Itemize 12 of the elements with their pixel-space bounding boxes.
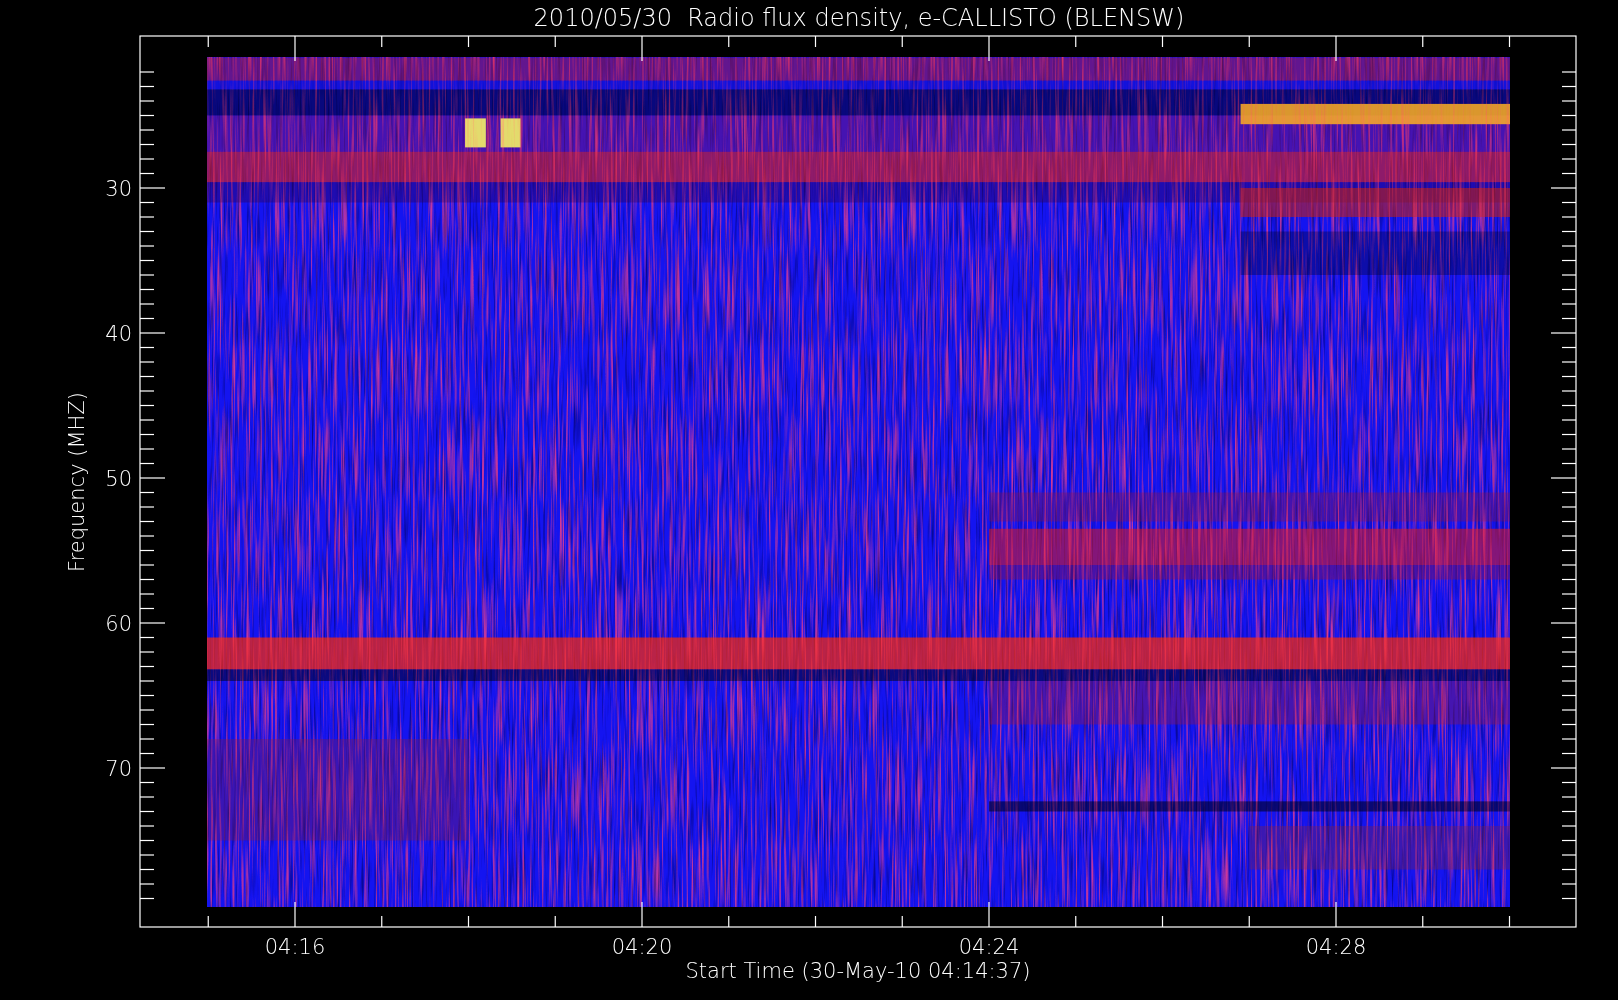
y-tick-label: 70	[105, 757, 132, 781]
x-tick-label: 04:16	[264, 935, 326, 959]
y-axis-label: Frequency (MHZ)	[65, 392, 89, 572]
chart-title: 2010/05/30 Radio flux density, e-CALLISTO (BLENSW)	[533, 4, 1185, 32]
y-tick-label: 30	[105, 177, 132, 201]
y-tick-label: 40	[105, 322, 132, 346]
y-tick-label: 60	[105, 612, 132, 636]
x-tick-label: 04:28	[1305, 935, 1367, 959]
x-axis-label: Start Time (30-May-10 04:14:37)	[685, 959, 1031, 983]
x-tick-label: 04:24	[958, 935, 1020, 959]
x-tick-label: 04:20	[611, 935, 673, 959]
y-tick-label: 50	[105, 467, 132, 491]
